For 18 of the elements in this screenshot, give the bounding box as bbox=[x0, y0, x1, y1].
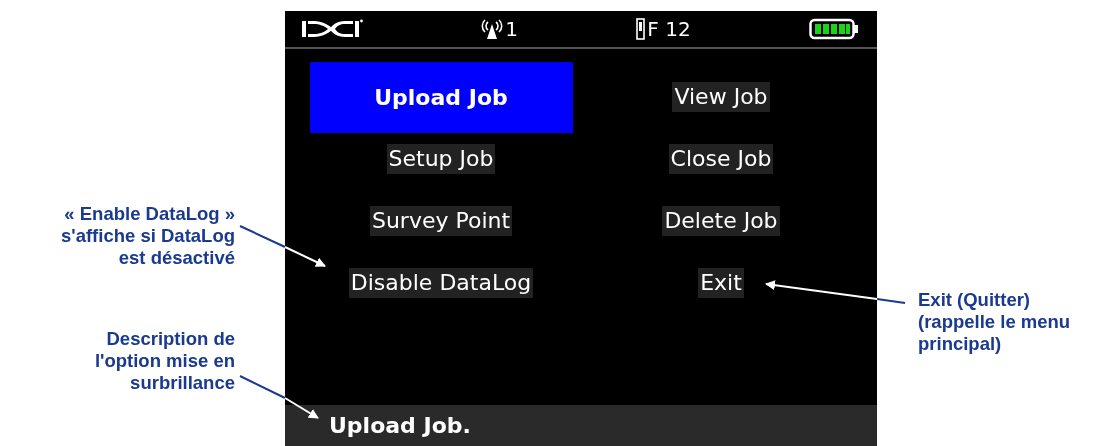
menu-item[interactable]: Delete Job bbox=[662, 206, 780, 236]
menu-item[interactable]: Setup Job bbox=[386, 144, 496, 174]
callout-text: « Enable DataLog » s'affiche si DataLog est désactivé bbox=[60, 203, 235, 269]
logo-icon bbox=[301, 18, 363, 40]
menu-item[interactable]: Disable DataLog bbox=[348, 268, 534, 298]
menu-item[interactable]: Exit bbox=[698, 268, 744, 298]
battery-icon bbox=[809, 18, 859, 40]
frequency-icon bbox=[636, 18, 646, 40]
menu-item[interactable]: Survey Point bbox=[369, 206, 513, 236]
menu-item[interactable]: View Job bbox=[672, 82, 770, 112]
menu-item[interactable]: Upload Job bbox=[309, 61, 573, 133]
frequency-reading: F 12 bbox=[647, 17, 691, 41]
callout-text: Description de l'option mise en surbrillance bbox=[94, 328, 235, 394]
antenna-icon bbox=[481, 18, 504, 40]
option-description: Upload Job. bbox=[285, 405, 877, 446]
signal-reading: 1 bbox=[505, 17, 519, 41]
callout-text: Exit (Quitter) (rappelle le menu principal) bbox=[918, 289, 1072, 355]
menu-item[interactable]: Close Job bbox=[668, 144, 774, 174]
